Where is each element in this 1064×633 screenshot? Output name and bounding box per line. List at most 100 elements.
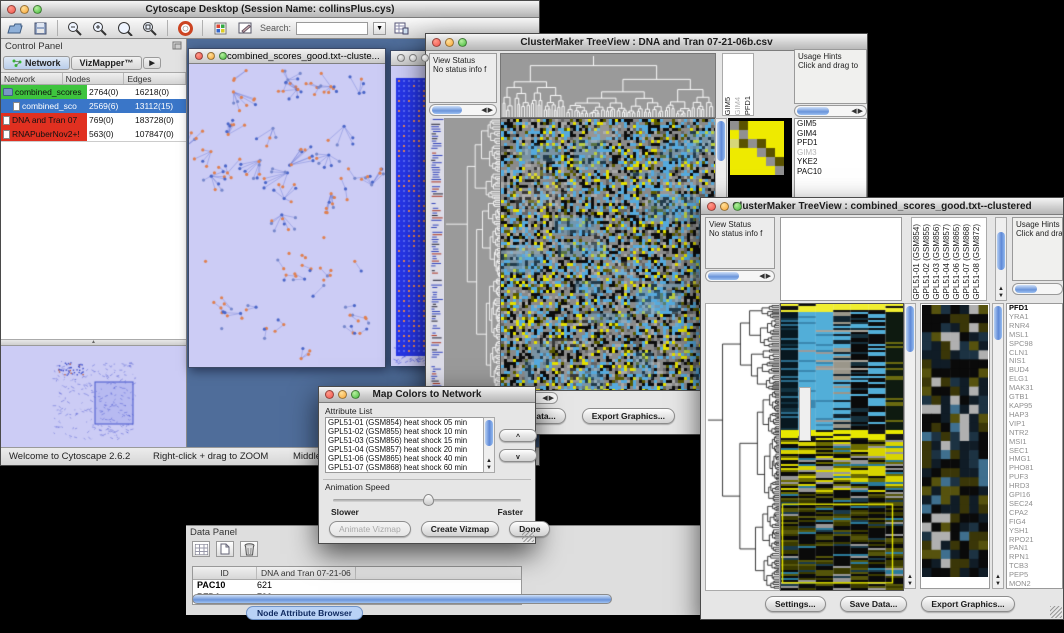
zoom-heatmap[interactable] bbox=[922, 305, 988, 577]
row-dendrogram[interactable] bbox=[705, 303, 780, 591]
node-attribute-browser-tab[interactable]: Node Attribute Browser bbox=[246, 606, 363, 620]
settings-button[interactable]: Settings... bbox=[765, 596, 826, 612]
help-lifesaver-icon[interactable] bbox=[175, 20, 195, 37]
treeview2-title-bar[interactable]: ClusterMaker TreeView : combined_scores_… bbox=[701, 198, 1063, 215]
open-folder-icon[interactable] bbox=[5, 20, 25, 37]
vizmapper-palette-icon[interactable] bbox=[210, 20, 230, 37]
attribute-list[interactable]: GPL51-01 (GSM854) heat shock 05 minGPL51… bbox=[325, 417, 495, 473]
minimize-button[interactable] bbox=[20, 5, 29, 14]
new-attribute-icon[interactable] bbox=[216, 541, 234, 557]
import-table-icon[interactable] bbox=[391, 20, 411, 37]
close-button[interactable] bbox=[7, 5, 16, 14]
move-down-button[interactable]: v bbox=[499, 449, 537, 462]
treeview2-buttons: Settings... Save Data... Export Graphics… bbox=[765, 596, 1015, 612]
search-input[interactable] bbox=[296, 22, 368, 35]
zoom-matrix[interactable] bbox=[730, 121, 784, 175]
treeview2-title: ClusterMaker TreeView : combined_scores_… bbox=[701, 201, 1063, 212]
annotation-icon[interactable] bbox=[235, 20, 255, 37]
minimize-button[interactable] bbox=[338, 390, 347, 399]
column-attribute[interactable]: DNA and Tran 07-21-06 bbox=[257, 567, 356, 579]
move-up-button[interactable]: ^ bbox=[499, 429, 537, 442]
zoom-window-button[interactable] bbox=[458, 38, 467, 47]
create-vizmap-button[interactable]: Create Vizmap bbox=[421, 521, 499, 537]
close-button[interactable] bbox=[195, 52, 203, 60]
zoom-window-button[interactable] bbox=[351, 390, 360, 399]
zoom-fit-icon[interactable] bbox=[115, 20, 135, 37]
zoom-in-icon[interactable] bbox=[90, 20, 110, 37]
attribute-row[interactable]: PAC10 621 bbox=[193, 580, 521, 592]
zoom-detail-area[interactable] bbox=[920, 303, 990, 589]
close-button[interactable] bbox=[707, 202, 716, 211]
column-labels-scrollbar[interactable]: ▲▼ bbox=[995, 217, 1007, 301]
view-status-scrollbar[interactable]: ◀▶ bbox=[429, 104, 497, 116]
attribute-list-scrollbar[interactable]: ▲▼ bbox=[483, 417, 495, 473]
row-dendrogram[interactable] bbox=[444, 118, 500, 389]
column-dendrogram[interactable] bbox=[500, 53, 716, 118]
zoom-window-button[interactable] bbox=[733, 202, 742, 211]
attribute-list-label: Attribute List bbox=[319, 403, 535, 417]
zoom-window-button[interactable] bbox=[33, 5, 42, 14]
tab-network[interactable]: Network bbox=[3, 56, 70, 70]
tab-vizmapper[interactable]: VizMapper™ bbox=[71, 56, 143, 70]
column-id[interactable]: ID bbox=[193, 567, 257, 579]
network-list-row[interactable]: RNAPuberNov2+! 563(0) 107847(0) bbox=[1, 127, 186, 141]
zoom-window-button[interactable] bbox=[219, 52, 227, 60]
usage-hints-scrollbar[interactable] bbox=[1012, 283, 1063, 295]
search-dropdown-arrow[interactable]: ▼ bbox=[373, 22, 386, 35]
delete-attribute-trash-icon[interactable] bbox=[240, 541, 258, 557]
network-overview-panel[interactable] bbox=[1, 345, 186, 447]
slower-label: Slower bbox=[331, 507, 359, 517]
close-button[interactable] bbox=[432, 38, 441, 47]
row-labels-strip bbox=[430, 118, 444, 389]
minimize-button[interactable] bbox=[720, 202, 729, 211]
main-title-bar[interactable]: Cytoscape Desktop (Session Name: collins… bbox=[1, 1, 539, 18]
save-icon[interactable] bbox=[30, 20, 50, 37]
attribute-table-icon[interactable] bbox=[192, 541, 210, 557]
gene-list[interactable]: PFD1YRA1RNR4MSL1SPC98CLN1NIS1BUD4ELG1MAK… bbox=[1006, 303, 1063, 589]
export-graphics-button[interactable]: Export Graphics... bbox=[582, 408, 675, 424]
network-list: combined_scores 2764(0) 16218(0) combine… bbox=[1, 85, 186, 141]
dialog-buttons: Animate Vizmap Create Vizmap Done bbox=[329, 521, 550, 537]
detail-vscrollbar[interactable]: ▲▼ bbox=[992, 303, 1004, 589]
control-panel-tabs: Network VizMapper™ ▶ bbox=[1, 54, 186, 72]
view-status-scrollbar[interactable]: ◀▶ bbox=[705, 270, 775, 282]
network-row-icon bbox=[3, 88, 13, 96]
slider-thumb[interactable] bbox=[423, 494, 434, 506]
dialog-title-bar[interactable]: Map Colors to Network bbox=[319, 387, 535, 403]
close-button[interactable] bbox=[397, 54, 405, 62]
zoom-selected-icon[interactable] bbox=[140, 20, 160, 37]
minimize-button[interactable] bbox=[445, 38, 454, 47]
network-list-row[interactable]: combined_sco 2569(6) 13112(15) bbox=[1, 99, 186, 113]
minimize-button[interactable] bbox=[409, 54, 417, 62]
network-canvas[interactable] bbox=[189, 64, 385, 367]
tabs-overflow-arrow[interactable]: ▶ bbox=[143, 57, 160, 69]
control-panel: Control Panel Network VizMapper™ ▶ Netwo… bbox=[1, 39, 187, 447]
heatmap-vscrollbar[interactable]: ▲▼ bbox=[904, 303, 916, 589]
usage-hints-panel: Usage Hints Click and drag to bbox=[794, 49, 867, 104]
usage-hints-scrollbar[interactable]: ◀▶ bbox=[794, 105, 867, 117]
network-row-icon bbox=[3, 116, 10, 125]
export-graphics-button[interactable]: Export Graphics... bbox=[921, 596, 1014, 612]
attribute-list-scrollbar[interactable] bbox=[799, 387, 811, 441]
network-list-row[interactable]: DNA and Tran 07 769(0) 183728(0) bbox=[1, 113, 186, 127]
animate-vizmap-button[interactable]: Animate Vizmap bbox=[329, 521, 411, 537]
resize-grip[interactable] bbox=[1050, 606, 1062, 618]
close-button[interactable] bbox=[325, 390, 334, 399]
animation-speed-slider[interactable] bbox=[333, 499, 521, 502]
data-panel-scrollbar[interactable] bbox=[192, 594, 612, 604]
zoom-out-icon[interactable] bbox=[65, 20, 85, 37]
control-panel-title: Control Panel bbox=[5, 41, 63, 54]
minimize-button[interactable] bbox=[207, 52, 215, 60]
float-panel-icon[interactable] bbox=[172, 41, 182, 54]
treeview1-title: ClusterMaker TreeView : DNA and Tran 07-… bbox=[426, 37, 867, 48]
save-data-button[interactable]: Save Data... bbox=[840, 596, 908, 612]
detail-column-labels: GIM5GIM4PFD1GIM3YKE2PAC10 bbox=[722, 53, 754, 116]
network-view-title: combined_scores_good.txt--cluste... bbox=[227, 51, 380, 62]
network-view-title-bar[interactable]: combined_scores_good.txt--cluste... bbox=[189, 49, 385, 64]
network-list-row[interactable]: combined_scores 2764(0) 16218(0) bbox=[1, 85, 186, 99]
zoom-window-button[interactable] bbox=[421, 54, 429, 62]
desktop: Cytoscape Desktop (Session Name: collins… bbox=[0, 0, 1064, 633]
global-heatmap[interactable] bbox=[780, 303, 904, 591]
resize-grip[interactable] bbox=[522, 530, 534, 542]
global-heatmap[interactable] bbox=[500, 118, 716, 391]
